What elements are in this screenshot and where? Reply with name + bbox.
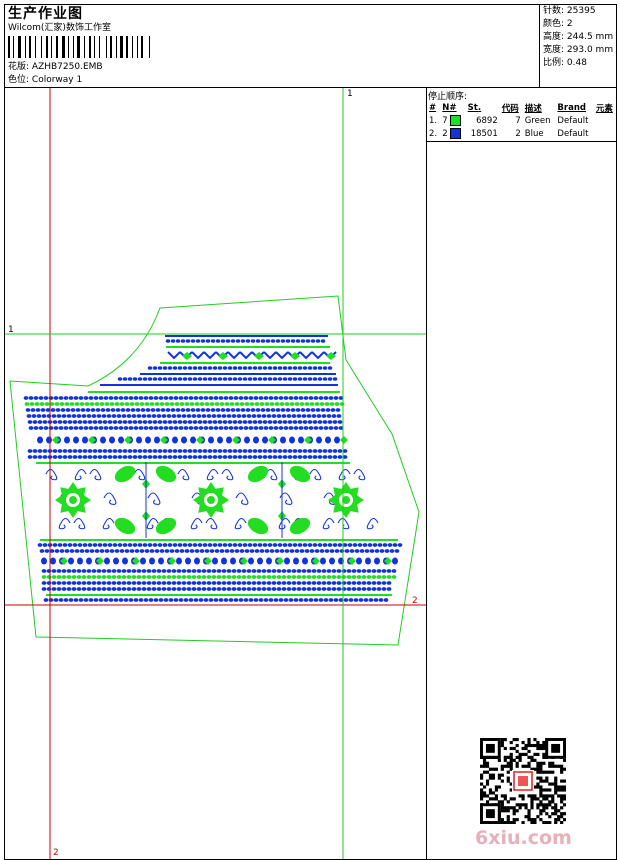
col-index: # bbox=[429, 103, 437, 113]
stops-divider bbox=[426, 141, 616, 142]
company-name: Wilcom(汇家)数饰工作室 bbox=[8, 23, 111, 33]
color-swatch-green bbox=[450, 115, 462, 126]
page-title: 生产作业图 bbox=[8, 6, 83, 22]
stat-scale: 比例: 0.48 bbox=[543, 58, 587, 68]
production-sheet: 生产作业图 Wilcom(汇家)数饰工作室 花版: AZHB7250.EMB 色… bbox=[0, 0, 620, 860]
guide-label-h2: 2 bbox=[412, 596, 418, 606]
sidebar-divider bbox=[426, 87, 427, 860]
guide-label-v2: 2 bbox=[53, 848, 59, 858]
embroidery-pattern bbox=[23, 335, 403, 602]
guide-label-h1: 1 bbox=[8, 325, 14, 335]
col-stitches: St. bbox=[467, 103, 482, 113]
stats-divider bbox=[539, 4, 540, 88]
stops-header-row: # N# St. 代码 描述 Brand 元素 bbox=[427, 102, 617, 114]
col-brand: Brand bbox=[557, 103, 586, 113]
qr-code bbox=[480, 738, 566, 824]
colorway-value: Colorway 1 bbox=[31, 75, 83, 85]
stops-table: # N# St. 代码 描述 Brand 元素 1. 7 6892 7 Gree… bbox=[427, 102, 617, 140]
colorway-label: 色位: Colorway 1 bbox=[8, 75, 83, 85]
stat-colors: 颜色: 2 bbox=[543, 19, 573, 29]
col-element: 元素 bbox=[595, 104, 613, 114]
design-canvas[interactable]: 1 1 2 2 bbox=[5, 88, 426, 859]
col-code: 代码 bbox=[501, 104, 519, 114]
design-label: 花版: AZHB7250.EMB bbox=[8, 62, 103, 72]
watermark: 6xiu.com bbox=[475, 827, 572, 849]
stat-height: 高度: 244.5 mm bbox=[543, 32, 614, 42]
stat-width: 宽度: 293.0 mm bbox=[543, 45, 614, 55]
table-row[interactable]: 2. 2 18501 2 Blue Default bbox=[427, 127, 617, 140]
col-needle: N# bbox=[442, 103, 457, 113]
col-desc: 描述 bbox=[524, 104, 542, 114]
frame-top bbox=[4, 4, 616, 5]
stops-title: 停止顺序: bbox=[428, 92, 468, 102]
garment-outline bbox=[9, 295, 420, 646]
guide-label-v1: 1 bbox=[347, 89, 353, 99]
color-swatch-blue bbox=[450, 128, 462, 139]
stat-stitches: 针数: 25395 bbox=[543, 6, 596, 16]
table-row[interactable]: 1. 7 6892 7 Green Default bbox=[427, 114, 617, 127]
design-value: AZHB7250.EMB bbox=[31, 62, 103, 72]
barcode bbox=[8, 36, 150, 58]
